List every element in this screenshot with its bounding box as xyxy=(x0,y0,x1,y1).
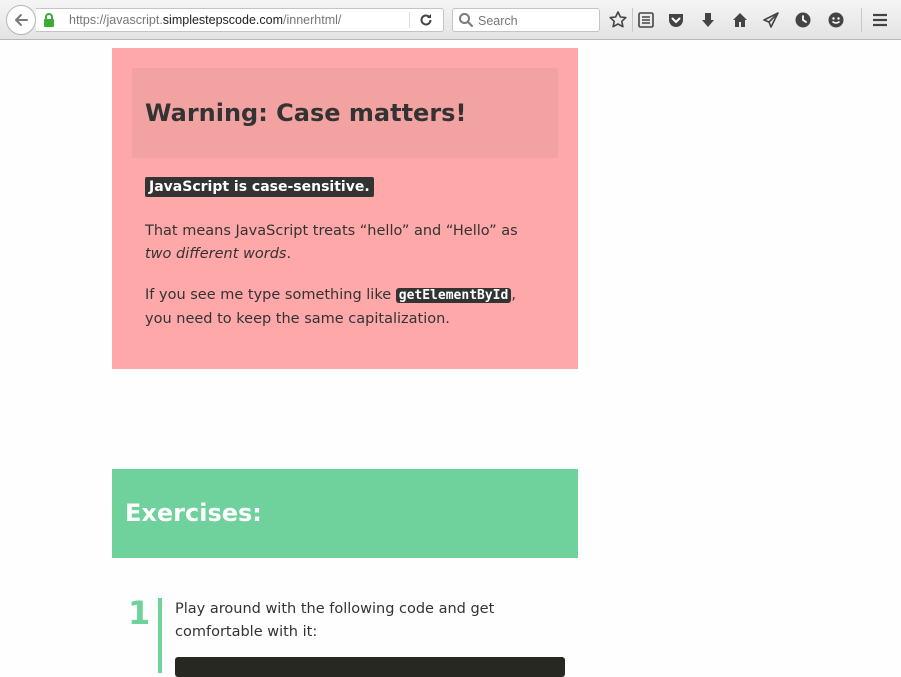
search-bar[interactable]: Search xyxy=(452,8,600,32)
toolbar-divider xyxy=(632,8,633,32)
warning-box: Warning: Case matters! JavaScript is cas… xyxy=(112,48,578,369)
back-arrow-icon xyxy=(15,14,28,26)
reload-icon[interactable] xyxy=(418,12,434,28)
bookmark-star-icon[interactable] xyxy=(607,9,629,31)
browser-toolbar: https://javascript.simplestepscode.com/i… xyxy=(0,0,901,40)
smiley-icon[interactable] xyxy=(825,9,847,31)
exercise-accent-bar xyxy=(158,598,162,673)
pocket-icon[interactable] xyxy=(665,9,687,31)
warning-title: Warning: Case matters! xyxy=(145,99,467,127)
toolbar-divider xyxy=(861,8,862,32)
exercises-title: Exercises: xyxy=(125,499,262,527)
inline-code: getElementById xyxy=(395,288,512,303)
exercise-text: Play around with the following code and … xyxy=(175,601,495,640)
bookmarks-list-icon[interactable] xyxy=(635,9,657,31)
home-icon[interactable] xyxy=(729,9,751,31)
warning-paragraph-1: That means JavaScript treats “hello” and… xyxy=(145,223,518,262)
search-placeholder: Search xyxy=(478,14,518,28)
code-block xyxy=(175,657,565,677)
emphasis-text: two different words xyxy=(145,245,287,262)
send-icon[interactable] xyxy=(760,9,782,31)
back-button[interactable] xyxy=(6,5,36,35)
url-text: https://javascript.simplestepscode.com/i… xyxy=(69,13,342,27)
warning-header: Warning: Case matters! xyxy=(132,68,558,158)
warning-paragraph-2: If you see me type something like getEle… xyxy=(145,287,516,327)
lock-icon xyxy=(44,13,54,27)
exercises-header: Exercises: xyxy=(112,469,578,558)
menu-icon[interactable] xyxy=(869,9,891,31)
history-icon[interactable] xyxy=(792,9,814,31)
download-icon[interactable] xyxy=(697,9,719,31)
case-sensitive-badge: JavaScript is case-sensitive. xyxy=(145,177,374,197)
url-separator xyxy=(409,12,410,28)
search-icon xyxy=(459,13,473,27)
address-bar[interactable]: https://javascript.simplestepscode.com/i… xyxy=(36,8,444,32)
exercise-number: 1 xyxy=(128,594,151,632)
